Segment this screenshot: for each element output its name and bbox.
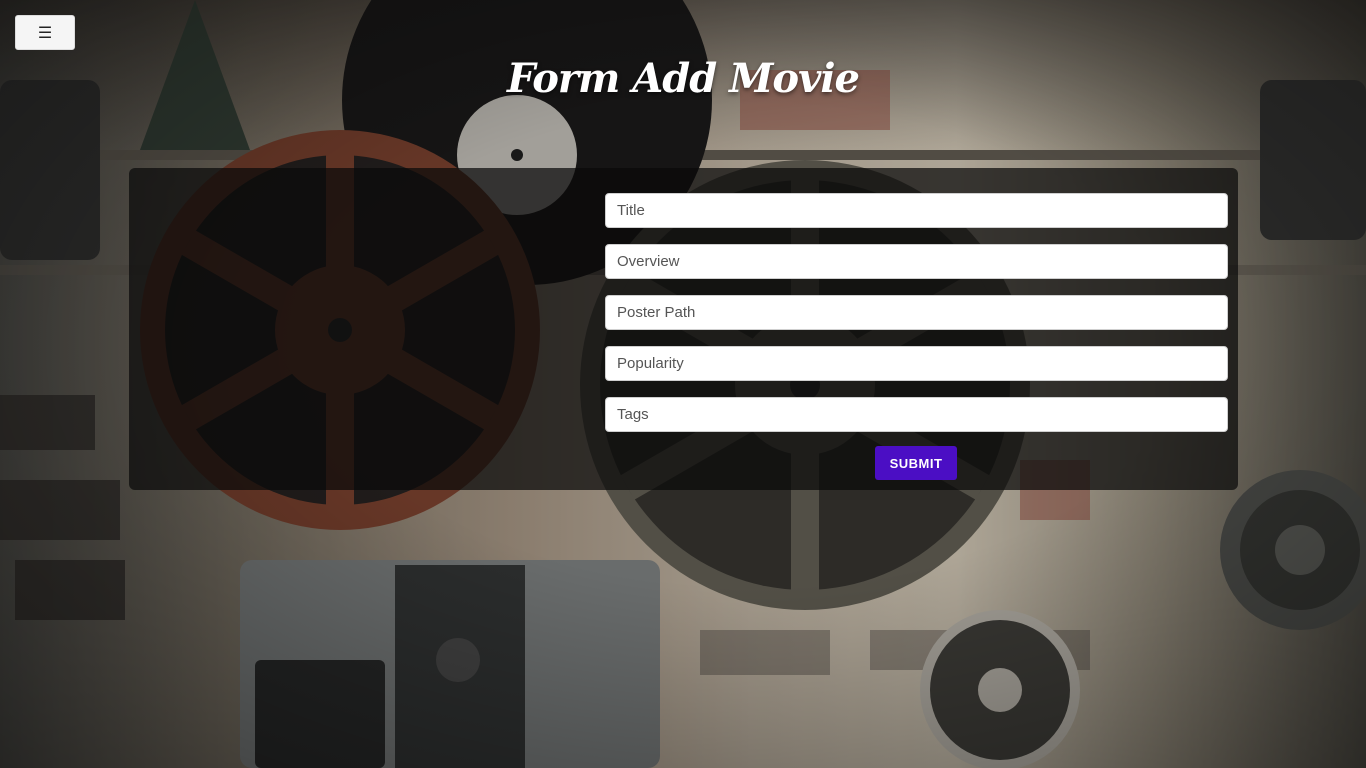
page-title: Form Add Movie <box>507 55 860 102</box>
menu-toggle-button[interactable]: ☰ <box>15 15 75 50</box>
overview-input[interactable] <box>605 244 1228 279</box>
hamburger-icon: ☰ <box>37 24 53 42</box>
tags-input[interactable] <box>605 397 1228 432</box>
poster-path-input[interactable] <box>605 295 1228 330</box>
add-movie-form <box>605 193 1228 448</box>
submit-button[interactable]: SUBMIT <box>875 446 957 480</box>
popularity-input[interactable] <box>605 346 1228 381</box>
title-input[interactable] <box>605 193 1228 228</box>
add-movie-form-panel: SUBMIT <box>129 168 1238 490</box>
